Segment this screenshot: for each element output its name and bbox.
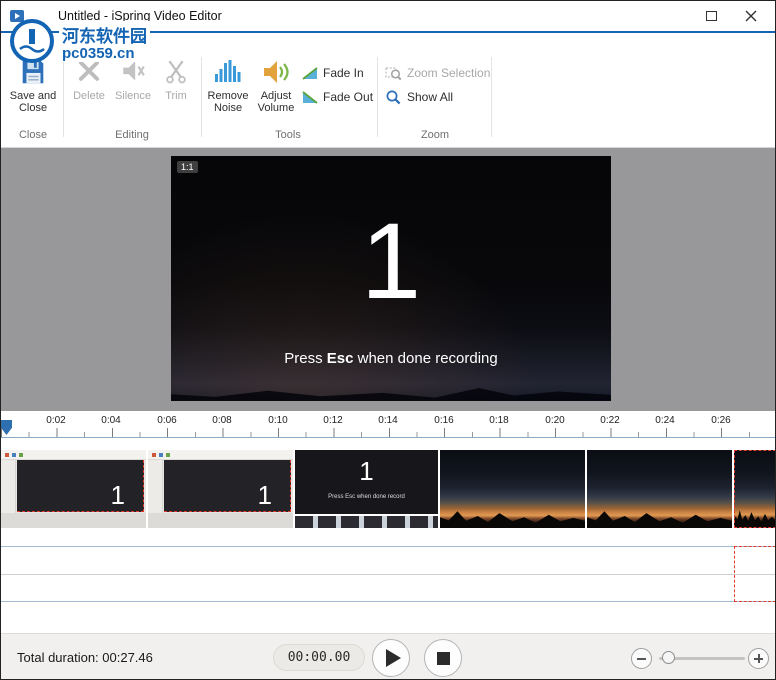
thumb-number: 1	[359, 456, 374, 486]
zoom-in-button[interactable]	[748, 648, 769, 669]
save-and-close-label: Save and Close	[9, 90, 57, 114]
transport-bar: Total duration: 00:27.46 00:00.00	[1, 633, 775, 679]
tick-label: 0:22	[600, 415, 620, 426]
tick-label: 0:10	[268, 415, 288, 426]
tick-label: 0:16	[434, 415, 454, 426]
recording-hint: Press Esc when done recording	[171, 350, 611, 367]
zoom-slider-handle[interactable]	[662, 651, 675, 664]
tick-label: 0:26	[711, 415, 731, 426]
silence-label: Silence	[114, 90, 152, 102]
thumb-capture-region: 1	[17, 460, 144, 512]
track-area: 1 1 1 Press Esc when done record	[1, 438, 775, 633]
thumb-toolbar-dots	[152, 453, 156, 457]
play-button[interactable]	[372, 639, 410, 677]
tools-group-label: Tools	[275, 129, 301, 141]
hint-key: Esc	[326, 350, 354, 367]
zoom-group-label: Zoom	[420, 129, 450, 141]
fade-out-label: Fade Out	[323, 90, 374, 104]
thumb-toolbar-dots	[5, 453, 9, 457]
minus-icon	[637, 657, 646, 660]
current-time-display: 00:00.00	[273, 644, 365, 671]
tree-silhouette	[440, 511, 585, 528]
video-clip-thumbnail[interactable]: 1	[148, 450, 293, 528]
tick-label: 0:24	[655, 415, 675, 426]
remove-noise-icon	[215, 60, 241, 82]
thumb-capture-region: 1	[164, 460, 291, 512]
tree-silhouette	[587, 511, 732, 528]
video-clip-thumbnail[interactable]: 1	[1, 450, 146, 528]
tick-label: 0:02	[46, 415, 66, 426]
thumb-number: 1	[110, 480, 125, 510]
audio-selection	[734, 546, 775, 602]
fade-out-icon	[302, 90, 318, 104]
thumb-statusbar	[1, 513, 146, 528]
maximize-icon	[705, 11, 717, 21]
watermark-site-name: 河东软件园	[59, 21, 150, 48]
editing-group-label: Editing	[115, 129, 149, 141]
thumb-sidebar	[148, 460, 163, 518]
group-separator	[377, 57, 378, 137]
close-button[interactable]	[733, 1, 769, 31]
watermark-site-url: pc0359.cn	[59, 45, 138, 62]
adjust-volume-icon	[264, 61, 289, 83]
hint-suffix: when done recording	[353, 350, 498, 367]
timeline-ruler[interactable]: 0:02 0:04 0:06 0:08 0:10 0:12 0:14 0:16 …	[1, 411, 775, 438]
show-all-icon	[386, 90, 401, 105]
preview-area: 1:1 1 Press Esc when done recording	[1, 148, 775, 411]
thumb-toolbar	[148, 450, 293, 460]
tick-label: 0:18	[489, 415, 509, 426]
fade-in-label: Fade In	[323, 66, 364, 80]
zoom-selection-button[interactable]: Zoom Selection	[385, 63, 490, 83]
zoom-selection-icon	[385, 67, 402, 81]
tick-label: 0:12	[323, 415, 343, 426]
stop-icon	[436, 651, 450, 665]
adjust-volume-button[interactable]: Adjust Volume	[253, 57, 299, 131]
thumb-statusbar	[148, 513, 293, 528]
maximize-button[interactable]	[693, 1, 729, 31]
audio-track[interactable]	[1, 546, 775, 602]
watermark-logo-icon	[9, 18, 55, 69]
video-clip-thumbnail[interactable]	[440, 450, 585, 528]
app-window: Untitled - iSpring Video Editor 河东软件园 pc…	[0, 0, 776, 680]
ruler-major-ticks	[1, 428, 775, 437]
show-all-button[interactable]: Show All	[385, 87, 453, 107]
zoom-selection-label: Zoom Selection	[407, 66, 491, 80]
remove-noise-label: Remove Noise	[207, 90, 249, 114]
hint-prefix: Press	[284, 350, 327, 367]
group-separator	[491, 57, 492, 137]
thumb-sidebar	[1, 460, 16, 518]
tick-label: 0:20	[545, 415, 565, 426]
video-clip-thumbnail[interactable]: 1 Press Esc when done record	[295, 450, 438, 528]
close-group-label: Close	[18, 129, 48, 141]
adjust-volume-label: Adjust Volume	[257, 90, 295, 114]
video-clip-thumbnail[interactable]	[587, 450, 732, 528]
thumb-toolbar	[1, 450, 146, 460]
tick-label: 0:08	[212, 415, 232, 426]
countdown-number: 1	[360, 200, 422, 321]
fade-out-button[interactable]: Fade Out	[302, 87, 373, 107]
fade-in-icon	[302, 66, 318, 80]
plus-icon	[754, 654, 763, 663]
thumb-number: 1	[257, 480, 272, 510]
show-all-label: Show All	[407, 90, 454, 104]
thumb-caption: Press Esc when done record	[328, 494, 405, 500]
stop-button[interactable]	[424, 639, 462, 677]
play-icon	[385, 649, 401, 667]
total-duration: Total duration: 00:27.46	[17, 650, 153, 665]
tick-label: 0:06	[157, 415, 177, 426]
video-clip-thumbnail-selected[interactable]	[734, 450, 775, 528]
zoom-out-button[interactable]	[631, 648, 652, 669]
fade-in-button[interactable]: Fade In	[302, 63, 364, 83]
video-preview: 1:1 1 Press Esc when done recording	[171, 156, 611, 401]
tree-silhouette	[171, 388, 611, 401]
thumb-mini-timeline	[295, 514, 438, 528]
site-watermark: 河东软件园 pc0359.cn	[7, 16, 217, 72]
trim-label: Trim	[165, 90, 187, 102]
scale-badge: 1:1	[177, 161, 198, 173]
delete-label: Delete	[73, 90, 105, 102]
close-icon	[745, 10, 757, 22]
tick-label: 0:04	[101, 415, 121, 426]
tree-silhouette	[735, 510, 775, 527]
tick-label: 0:14	[378, 415, 398, 426]
